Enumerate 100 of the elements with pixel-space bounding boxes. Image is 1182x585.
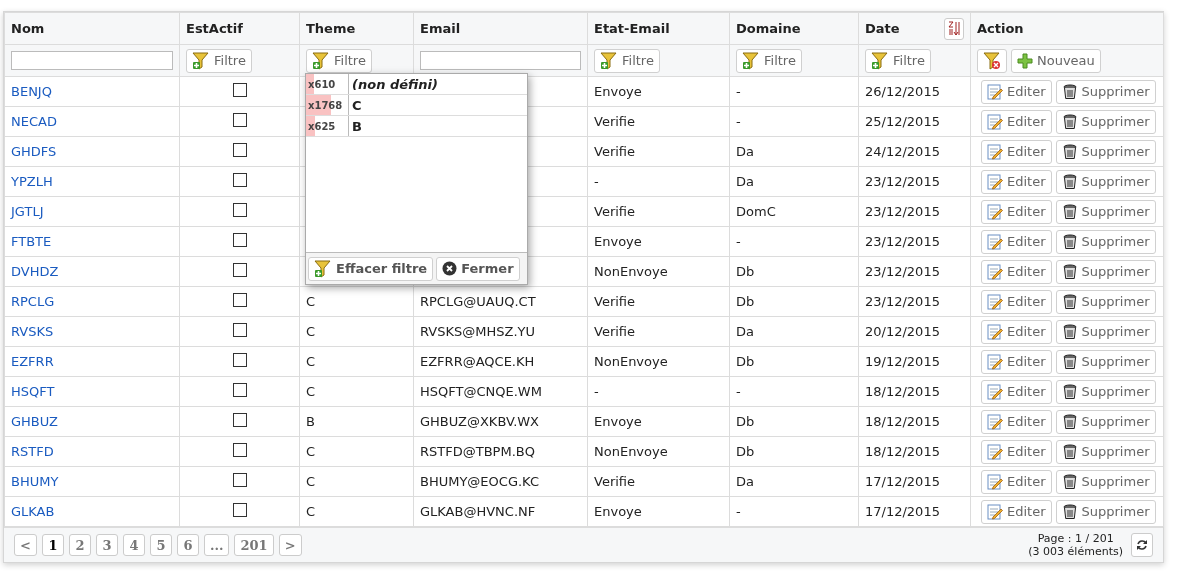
checkbox[interactable]: [232, 262, 247, 277]
page-button[interactable]: 6: [176, 534, 199, 556]
filter-button[interactable]: Filtre: [865, 48, 931, 73]
delete-button[interactable]: Supprimer: [1055, 139, 1156, 164]
close-button[interactable]: Fermer: [436, 256, 520, 281]
table-cell: Verifie: [594, 204, 636, 219]
table-cell: -: [594, 384, 599, 399]
checkbox[interactable]: [232, 172, 247, 187]
delete-button[interactable]: Supprimer: [1055, 199, 1156, 224]
table-cell: Envoye: [594, 504, 642, 519]
edit-button[interactable]: Editer: [981, 79, 1052, 104]
table-cell: RSTFD@TBPM.BQ: [420, 444, 535, 459]
delete-button[interactable]: Supprimer: [1055, 169, 1156, 194]
edit-button[interactable]: Editer: [981, 199, 1052, 224]
checkbox[interactable]: [232, 202, 247, 217]
table-cell: 23/12/2015: [865, 204, 940, 219]
refresh-icon: [1136, 539, 1148, 551]
new-button[interactable]: Nouveau: [1011, 48, 1101, 73]
checkbox[interactable]: [232, 322, 247, 337]
delete-button[interactable]: Supprimer: [1055, 349, 1156, 374]
edit-button[interactable]: Editer: [981, 409, 1052, 434]
filter-field[interactable]: [420, 51, 581, 70]
edit-button[interactable]: Editer: [981, 379, 1052, 404]
edit-button[interactable]: Editer: [981, 259, 1052, 284]
page-button[interactable]: 2: [68, 534, 91, 556]
checkbox[interactable]: [232, 502, 247, 517]
checkbox[interactable]: [232, 472, 247, 487]
edit-button[interactable]: Editer: [981, 289, 1052, 314]
table-cell: -: [736, 114, 741, 129]
checkbox[interactable]: [232, 442, 247, 457]
checkbox[interactable]: [232, 232, 247, 247]
filter-button[interactable]: Filtre: [186, 48, 252, 73]
sort-button[interactable]: [944, 17, 964, 40]
page-button[interactable]: 3: [95, 534, 118, 556]
filter-button[interactable]: Filtre: [306, 48, 372, 73]
table-cell: Verifie: [594, 294, 636, 309]
checkbox[interactable]: [232, 82, 247, 97]
edit-button[interactable]: Editer: [981, 439, 1052, 464]
delete-button[interactable]: Supprimer: [1055, 379, 1156, 404]
record-link[interactable]: NECAD: [11, 114, 57, 129]
record-link[interactable]: GHDFS: [11, 144, 57, 159]
record-link[interactable]: HSQFT: [11, 384, 55, 399]
delete-button[interactable]: Supprimer: [1055, 499, 1156, 524]
delete-button[interactable]: Supprimer: [1055, 259, 1156, 284]
edit-button[interactable]: Editer: [981, 469, 1052, 494]
edit-button[interactable]: Editer: [981, 229, 1052, 254]
page-button[interactable]: 201: [234, 534, 274, 556]
delete-button[interactable]: Supprimer: [1055, 289, 1156, 314]
checkbox[interactable]: [232, 382, 247, 397]
filter-option[interactable]: (non défini): [349, 76, 438, 92]
delete-button[interactable]: Supprimer: [1055, 79, 1156, 104]
count-label: x610: [307, 78, 336, 90]
edit-button[interactable]: Editer: [981, 169, 1052, 194]
delete-button[interactable]: Supprimer: [1055, 229, 1156, 254]
previous-page-button[interactable]: <: [14, 534, 37, 556]
checkbox[interactable]: [232, 292, 247, 307]
next-page-button[interactable]: >: [278, 534, 302, 556]
record-link[interactable]: EZFRR: [11, 354, 54, 369]
filter-field[interactable]: [11, 51, 173, 70]
record-link[interactable]: GHBUZ: [11, 414, 58, 429]
record-link[interactable]: RVSKS: [11, 324, 54, 339]
record-link[interactable]: BHUMY: [11, 474, 59, 489]
checkbox[interactable]: [232, 112, 247, 127]
checkbox[interactable]: [232, 142, 247, 157]
filter-option[interactable]: B: [349, 118, 362, 134]
clear-filter-button[interactable]: Effacer filtre: [308, 256, 434, 281]
page-button[interactable]: ...: [203, 534, 230, 556]
checkbox[interactable]: [232, 352, 247, 367]
record-link[interactable]: YPZLH: [11, 174, 53, 189]
delete-button[interactable]: Supprimer: [1055, 409, 1156, 434]
delete-button[interactable]: Supprimer: [1055, 109, 1156, 134]
record-link[interactable]: RSTFD: [11, 444, 54, 459]
edit-button[interactable]: Editer: [981, 109, 1052, 134]
record-link[interactable]: DVHDZ: [11, 264, 59, 279]
refresh-button[interactable]: [1131, 533, 1153, 557]
filter-button[interactable]: Filtre: [736, 48, 802, 73]
edit-button[interactable]: Editer: [981, 349, 1052, 374]
delete-button[interactable]: Supprimer: [1055, 319, 1156, 344]
column-header: EstActif: [186, 21, 243, 36]
record-link[interactable]: FTBTE: [11, 234, 52, 249]
page-button[interactable]: 4: [122, 534, 145, 556]
edit-button[interactable]: Editer: [981, 319, 1052, 344]
table-cell: Da: [736, 474, 754, 489]
record-link[interactable]: BENJQ: [11, 84, 52, 99]
filter-option[interactable]: C: [349, 97, 362, 113]
record-link[interactable]: GLKAB: [11, 504, 55, 519]
record-link[interactable]: JGTLJ: [11, 204, 44, 219]
page-button[interactable]: 1: [41, 534, 64, 556]
clear-filters-button[interactable]: [977, 48, 1007, 73]
trash-icon: [1061, 263, 1078, 280]
page-button[interactable]: 5: [149, 534, 172, 556]
delete-button[interactable]: Supprimer: [1055, 469, 1156, 494]
filter-button[interactable]: Filtre: [594, 48, 660, 73]
filter-remove-icon: [983, 51, 1001, 70]
record-link[interactable]: RPCLG: [11, 294, 55, 309]
edit-button[interactable]: Editer: [981, 139, 1052, 164]
edit-button[interactable]: Editer: [981, 499, 1052, 524]
table-cell: -: [594, 174, 599, 189]
checkbox[interactable]: [232, 412, 247, 427]
delete-button[interactable]: Supprimer: [1055, 439, 1156, 464]
